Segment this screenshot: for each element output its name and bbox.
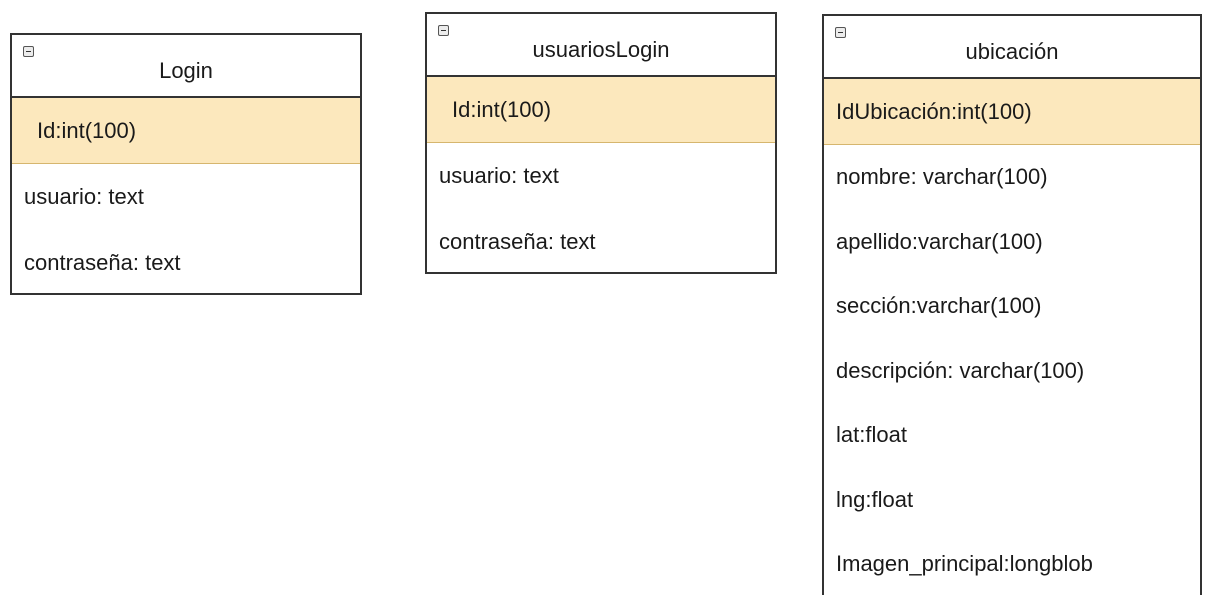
entity-header: ubicación (824, 16, 1200, 79)
primary-key-field: Id:int(100) (427, 77, 775, 143)
entity-header: Login (12, 35, 360, 98)
entity-login[interactable]: Login Id:int(100) usuario: text contrase… (10, 33, 362, 295)
collapse-minus-icon[interactable] (23, 46, 34, 57)
entity-field: apellido:varchar(100) (836, 228, 1043, 254)
primary-key-field: IdUbicación:int(100) (824, 79, 1200, 145)
collapse-minus-icon[interactable] (835, 27, 846, 38)
entity-field: descripción: varchar(100) (836, 357, 1085, 383)
entity-field: contraseña: text (439, 229, 596, 254)
entity-title: ubicación (965, 39, 1059, 64)
entity-title: Login (159, 58, 213, 83)
entity-field: usuario: text (24, 184, 144, 209)
primary-key-field: Id:int(100) (12, 98, 360, 164)
collapse-minus-icon[interactable] (438, 25, 449, 36)
entity-field: lat:float (836, 422, 907, 447)
entity-header: usuariosLogin (427, 14, 775, 77)
entity-field: Imagen_principal:longblob (836, 551, 1093, 576)
entity-title: usuariosLogin (532, 37, 670, 62)
entity-field: sección:varchar(100) (836, 293, 1042, 318)
entity-field: usuario: text (439, 163, 559, 188)
entity-ubicacion[interactable]: ubicación IdUbicación:int(100) nombre: v… (822, 14, 1202, 595)
entity-field: nombre: varchar(100) (836, 164, 1048, 189)
entity-field: lng:float (836, 486, 914, 512)
entity-usuarios-login[interactable]: usuariosLogin Id:int(100) usuario: text … (425, 12, 777, 274)
entity-field: contraseña: text (24, 250, 181, 275)
